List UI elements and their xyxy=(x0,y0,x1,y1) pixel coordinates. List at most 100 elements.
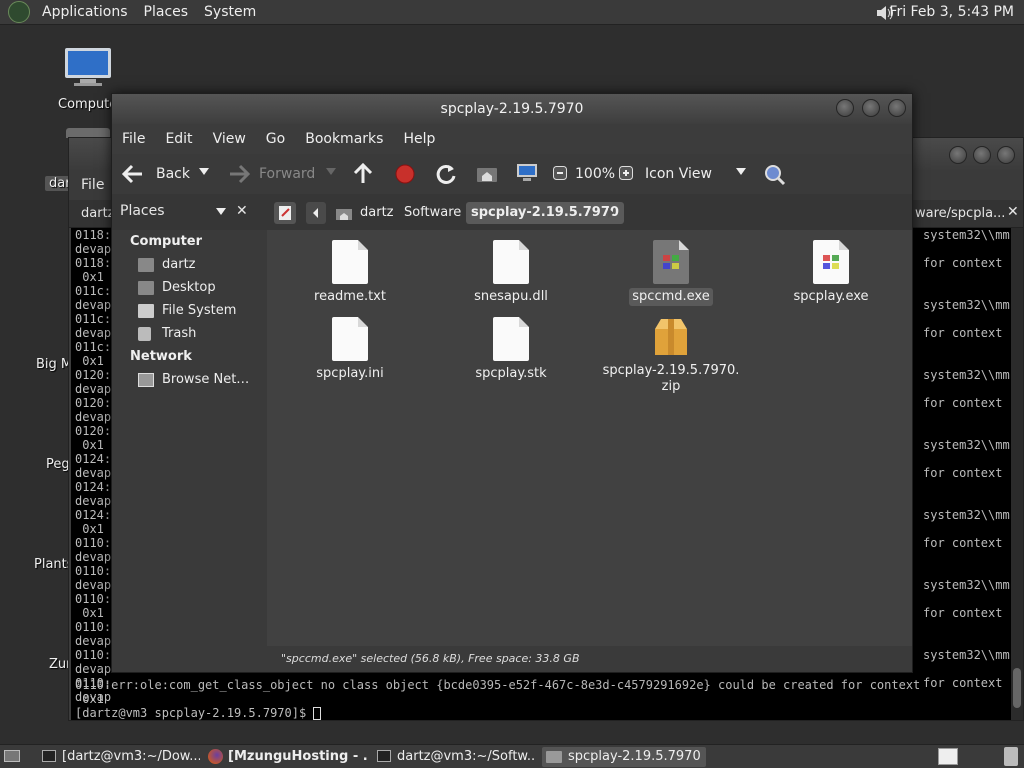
terminal-line: 0120: xyxy=(75,424,112,438)
text-file-icon xyxy=(493,317,529,361)
terminal-line: devap xyxy=(75,634,112,648)
sidebar-item-label: Desktop xyxy=(162,280,216,295)
desktop-computer-icon[interactable] xyxy=(62,46,114,88)
file-item[interactable]: spcplay-2.19.5.7970. zip xyxy=(596,317,746,395)
terminal-line: system32\\mm xyxy=(923,508,1010,522)
archive-icon xyxy=(653,317,689,357)
desktop-label-bigm[interactable]: Big M xyxy=(36,357,72,372)
taskbar-item-browser[interactable]: [MzunguHosting - ... xyxy=(206,747,368,767)
close-button[interactable] xyxy=(888,99,906,117)
terminal-error-line: 0110:err:ole:com_get_class_object no cla… xyxy=(75,678,921,692)
computer-icon[interactable] xyxy=(516,163,538,183)
breadcrumb-left-icon[interactable] xyxy=(306,202,326,224)
back-arrow-icon[interactable] xyxy=(122,164,144,184)
terminal-line: 0110: xyxy=(75,620,112,634)
sidebar-item-label: Trash xyxy=(162,326,197,341)
terminal-line: for context xyxy=(923,606,1003,620)
file-item-selected[interactable]: spccmd.exe xyxy=(596,240,746,306)
menu-bookmarks[interactable]: Bookmarks xyxy=(295,131,393,147)
menu-view[interactable]: View xyxy=(203,131,256,147)
show-desktop-icon[interactable] xyxy=(4,750,20,762)
breadcrumb-right-icon[interactable] xyxy=(606,206,616,220)
system-menu[interactable]: System xyxy=(196,0,264,25)
terminal-tab-left[interactable]: dartz xyxy=(81,206,114,221)
forward-arrow-icon xyxy=(228,164,250,184)
terminal-line: system32\\mm xyxy=(923,298,1010,312)
sidebar-item-desktop[interactable]: Desktop xyxy=(138,280,216,295)
terminal-prompt[interactable]: [dartz@vm3 spcplay-2.19.5.7970]$ xyxy=(75,706,322,720)
close-sidebar-icon[interactable]: ✕ xyxy=(236,203,248,219)
back-button[interactable]: Back xyxy=(156,166,190,182)
terminal-line: 0120: xyxy=(75,396,112,410)
file-item[interactable]: spcplay.stk xyxy=(436,317,586,383)
sidebar-item-browse-network[interactable]: Browse Net… xyxy=(138,372,249,387)
file-name: spccmd.exe xyxy=(629,288,713,306)
maximize-button[interactable] xyxy=(862,99,880,117)
sidebar-selector[interactable]: Places xyxy=(116,200,232,224)
desktop-label-peg[interactable]: Peg xyxy=(46,457,70,472)
view-mode-select[interactable]: Icon View xyxy=(645,166,712,182)
file-item[interactable]: spcplay.ini xyxy=(275,317,425,383)
terminal-line: 0110: xyxy=(75,536,112,550)
gnome-foot-icon[interactable] xyxy=(8,1,30,23)
minimize-button[interactable] xyxy=(949,146,967,164)
terminal-scrollbar[interactable] xyxy=(1011,228,1023,720)
breadcrumb-dartz[interactable]: dartz xyxy=(355,202,398,224)
maximize-button[interactable] xyxy=(973,146,991,164)
terminal-line: 0110: xyxy=(75,564,112,578)
taskbar-item-file-manager[interactable]: spcplay-2.19.5.7970 xyxy=(542,747,706,767)
terminal-line: for context xyxy=(923,676,1003,690)
up-arrow-icon[interactable] xyxy=(353,163,373,185)
terminal-line: devap xyxy=(75,662,112,676)
sidebar-item-label: Browse Net… xyxy=(162,372,250,387)
menu-help[interactable]: Help xyxy=(393,131,445,147)
file-manager-window[interactable]: spcplay-2.19.5.7970 File Edit View Go Bo… xyxy=(111,93,913,673)
home-folder-icon[interactable] xyxy=(476,165,498,183)
minimize-button[interactable] xyxy=(836,99,854,117)
file-manager-titlebar[interactable]: spcplay-2.19.5.7970 xyxy=(112,94,912,124)
taskbar-label: [MzunguHosting - ... xyxy=(228,749,368,764)
status-bar: "spccmd.exe" selected (56.8 kB), Free sp… xyxy=(267,646,912,672)
terminal-tab-right[interactable]: ware/spcpla... xyxy=(915,206,1005,221)
terminal-line: 0x1 xyxy=(75,354,104,368)
home-crumb-icon xyxy=(336,207,352,220)
sidebar-item-trash[interactable]: Trash xyxy=(138,326,196,341)
menu-file[interactable]: File xyxy=(112,131,155,147)
terminal-line: 0120: xyxy=(75,368,112,382)
breadcrumb-software[interactable]: Software xyxy=(399,202,466,224)
close-button[interactable] xyxy=(997,146,1015,164)
breadcrumb-current[interactable]: spcplay-2.19.5.7970 xyxy=(466,202,624,224)
tab-close-icon[interactable]: ✕ xyxy=(1007,204,1019,220)
menu-go[interactable]: Go xyxy=(256,131,295,147)
file-view[interactable]: readme.txt snesapu.dll spccmd.exe spcpla… xyxy=(267,230,912,646)
menu-edit[interactable]: Edit xyxy=(155,131,202,147)
reload-icon[interactable] xyxy=(435,163,457,185)
zoom-out-icon[interactable] xyxy=(553,166,567,180)
stop-icon[interactable] xyxy=(395,164,415,184)
view-mode-dropdown-icon[interactable] xyxy=(736,168,746,176)
back-history-dropdown-icon[interactable] xyxy=(199,168,209,176)
exe-icon xyxy=(653,240,689,284)
terminal-line: devap xyxy=(75,550,112,564)
desktop-folder-icon xyxy=(138,280,154,295)
taskbar-item-terminal-software[interactable]: dartz@vm3:~/Softw... xyxy=(375,747,535,767)
terminal-file-menu[interactable]: File xyxy=(81,177,104,193)
sidebar-selector-label: Places xyxy=(120,203,165,219)
terminal-line: for context xyxy=(923,256,1003,270)
file-item[interactable]: readme.txt xyxy=(275,240,425,306)
sidebar-item-filesystem[interactable]: File System xyxy=(138,303,236,318)
folder-icon xyxy=(546,751,562,763)
workspace-switcher[interactable] xyxy=(938,748,958,765)
search-icon[interactable] xyxy=(764,164,786,186)
file-item[interactable]: snesapu.dll xyxy=(436,240,586,306)
terminal-error-line-2: 0x1 xyxy=(75,692,104,706)
trash-applet-icon[interactable] xyxy=(1004,747,1018,766)
applications-menu[interactable]: Applications xyxy=(34,0,136,25)
taskbar-item-terminal-downloads[interactable]: [dartz@vm3:~/Dow... xyxy=(40,747,200,767)
edit-location-icon[interactable] xyxy=(274,202,296,224)
places-menu[interactable]: Places xyxy=(136,0,197,25)
zoom-in-icon[interactable] xyxy=(619,166,633,180)
sidebar-item-dartz[interactable]: dartz xyxy=(138,257,195,272)
clock[interactable]: Fri Feb 3, 5:43 PM xyxy=(879,0,1024,25)
file-item[interactable]: spcplay.exe xyxy=(756,240,906,306)
